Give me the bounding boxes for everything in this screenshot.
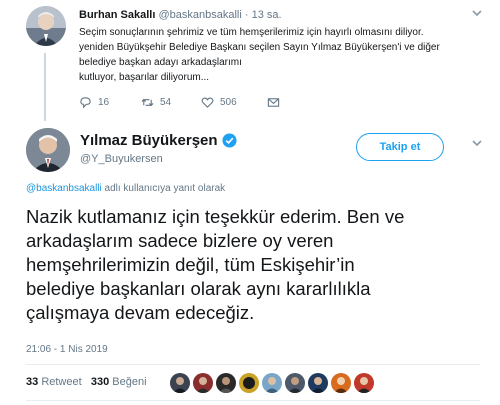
retweet-count: 54 (160, 97, 172, 108)
retweet-stat-label: Retweet (41, 376, 82, 388)
parent-tweet-line: Seçim sonuçlarının şehrimiz ve tüm hemşe… (79, 27, 424, 38)
parent-avatar-image (26, 6, 66, 46)
liker-avatar[interactable] (308, 373, 328, 393)
main-tweet-line: belediye başkanları olarak aynı kararlıl… (26, 278, 371, 299)
direct-message-button[interactable] (267, 96, 286, 109)
reply-mention-link[interactable]: @baskanbsakalli (26, 183, 102, 194)
liker-avatar[interactable] (354, 373, 374, 393)
main-author-name[interactable]: Yılmaz Büyükerşen (80, 132, 218, 149)
parent-tweet-text: Seçim sonuçlarının şehrimiz ve tüm hemşe… (79, 25, 479, 85)
retweet-stat-count: 33 (26, 376, 39, 388)
parent-tweet-line: kutluyor, başarılar diliyorum... (79, 72, 210, 83)
reply-context: @baskanbsakalli adlı kullanıcıya yanıt o… (26, 183, 225, 194)
reply-icon (80, 97, 91, 109)
tweet-timestamp[interactable]: 21:06 - 1 Nis 2019 (26, 344, 108, 355)
like-button[interactable]: 506 (201, 96, 237, 109)
liker-avatar[interactable] (170, 373, 190, 393)
retweet-stat[interactable]: 33 Retweet (26, 376, 82, 388)
parent-tweet-time[interactable]: 13 sa. (252, 9, 282, 21)
reply-button[interactable]: 16 (79, 96, 109, 109)
reply-context-text: adlı kullanıcıya yanıt olarak (101, 183, 226, 194)
liker-avatar[interactable] (262, 373, 282, 393)
tweet-stats: 33 Retweet 330 Beğeni (26, 376, 147, 388)
liker-avatar[interactable] (193, 373, 213, 393)
main-author-name-row: Yılmaz Büyükerşen (80, 132, 237, 149)
parent-tweet-line: yeniden Büyükşehir Belediye Başkanı seçi… (79, 42, 440, 53)
like-stat-label: Beğeni (112, 376, 147, 388)
parent-author-handle[interactable]: @baskanbsakalli (158, 9, 241, 21)
heart-icon (201, 97, 214, 108)
liker-avatar[interactable] (285, 373, 305, 393)
separator-dot: · (244, 9, 249, 21)
parent-tweet-actions: 16 54 506 (79, 96, 379, 112)
follow-button[interactable]: Takip et (356, 133, 444, 161)
main-tweet-line: hemşehrilerimizin değil, tüm Eskişehir’i… (26, 254, 355, 275)
avatar[interactable] (26, 128, 70, 172)
avatar[interactable] (26, 6, 66, 46)
main-tweet-line: Nazik kutlamanız için teşekkür ederim. B… (26, 206, 405, 227)
main-author-handle[interactable]: @Y_Buyukersen (80, 153, 163, 165)
main-tweet-text: Nazik kutlamanız için teşekkür ederim. B… (26, 205, 486, 325)
main-tweet-line: çalışmaya devam edeceğiz. (26, 302, 255, 323)
retweet-icon (141, 98, 154, 107)
parent-tweet-header: Burhan Sakallı @baskanbsakalli · 13 sa. (79, 9, 282, 21)
parent-author-name[interactable]: Burhan Sakallı (79, 9, 155, 21)
envelope-icon (267, 98, 280, 107)
liker-avatar[interactable] (239, 373, 259, 393)
parent-tweet-line: belediye başkan adayı arkadaşlarımı (79, 57, 242, 68)
thread-connector-line (44, 53, 46, 121)
main-tweet-line: arkadaşlarım sadece bizlere oy veren (26, 230, 334, 251)
verified-badge-icon (222, 133, 237, 148)
chevron-down-icon[interactable] (470, 137, 484, 149)
like-stat-count: 330 (90, 376, 110, 388)
retweet-button[interactable]: 54 (141, 96, 171, 109)
divider (26, 364, 480, 365)
liker-avatar[interactable] (331, 373, 351, 393)
liker-avatar[interactable] (216, 373, 236, 393)
reply-count: 16 (98, 97, 110, 108)
like-stat[interactable]: 330 Beğeni (91, 376, 147, 388)
divider (26, 400, 480, 401)
like-count: 506 (220, 97, 237, 108)
main-avatar-image (26, 128, 70, 172)
chevron-down-icon[interactable] (470, 7, 484, 19)
